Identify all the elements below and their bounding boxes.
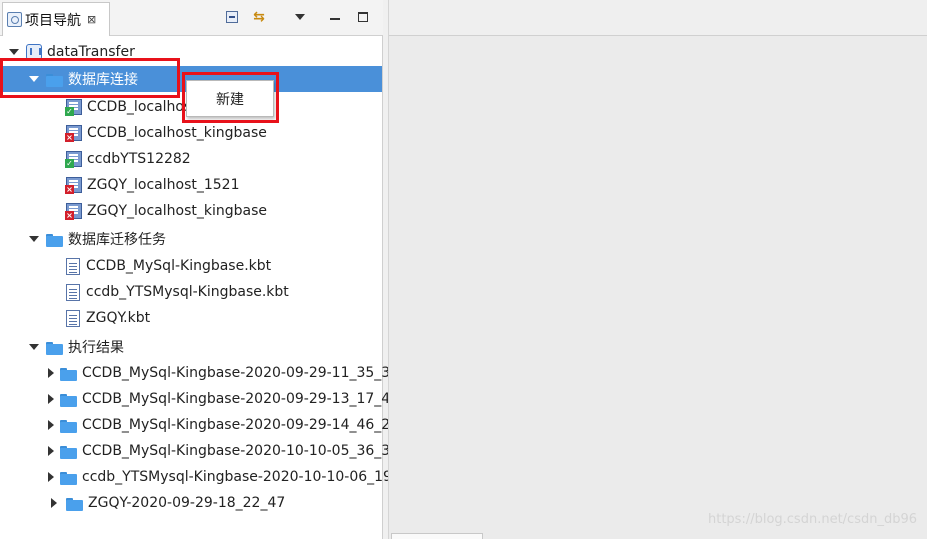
expand-toggle-icon[interactable] xyxy=(48,471,54,483)
tree-node-result[interactable]: CCDB_MySql-Kingbase-2020-09-29-13_17_4 xyxy=(0,386,390,412)
bottom-panel-tab[interactable] xyxy=(391,533,483,539)
database-connected-icon: ✓ xyxy=(65,99,82,116)
project-icon xyxy=(26,44,42,60)
file-icon xyxy=(66,309,80,327)
folder-icon xyxy=(60,445,77,459)
tree-node-result[interactable]: CCDB_MySql-Kingbase-2020-09-29-11_35_3 xyxy=(0,360,390,386)
tree-node-result[interactable]: CCDB_MySql-Kingbase-2020-10-10-05_36_3 xyxy=(0,438,390,464)
editor-area: https://blog.csdn.net/csdn_db96 xyxy=(388,0,927,539)
folder-label: 数据库连接 xyxy=(68,72,138,88)
context-menu-new[interactable]: 新建 xyxy=(186,80,274,117)
connection-label: CCDB_localhost xyxy=(87,99,197,115)
tree-node-task-file[interactable]: CCDB_MySql-Kingbase.kbt xyxy=(0,253,382,279)
view-menu-icon xyxy=(295,14,305,20)
minimize-icon xyxy=(330,18,340,20)
folder-icon xyxy=(60,471,77,485)
result-label: CCDB_MySql-Kingbase-2020-09-29-14_46_2 xyxy=(82,417,391,433)
expand-toggle-icon[interactable] xyxy=(8,46,20,58)
file-label: ccdb_YTSMysql-Kingbase.kbt xyxy=(86,284,289,300)
expand-toggle-icon[interactable] xyxy=(48,393,54,405)
watermark: https://blog.csdn.net/csdn_db96 xyxy=(707,512,917,527)
expand-toggle-icon[interactable] xyxy=(28,341,40,353)
folder-label: 执行结果 xyxy=(68,340,124,356)
folder-icon xyxy=(60,393,77,407)
tree-node-task-file[interactable]: ccdb_YTSMysql-Kingbase.kbt xyxy=(0,279,382,305)
view-title: 项目导航 xyxy=(25,12,81,29)
tree-node-connection[interactable]: × ZGQY_localhost_kingbase xyxy=(0,198,382,224)
minimize-button[interactable] xyxy=(327,9,343,25)
connection-label: ZGQY_localhost_kingbase xyxy=(87,203,267,219)
connection-label: ZGQY_localhost_1521 xyxy=(87,177,240,193)
tree-node-connection[interactable]: × ZGQY_localhost_1521 xyxy=(0,172,382,198)
folder-icon xyxy=(60,419,77,433)
tree-node-connection[interactable]: ✓ ccdbYTS12282 xyxy=(0,146,382,172)
folder-icon xyxy=(46,341,63,355)
project-label: dataTransfer xyxy=(47,44,135,60)
result-label: ccdb_YTSMysql-Kingbase-2020-10-10-06_19 xyxy=(82,469,392,485)
collapse-all-icon xyxy=(226,11,238,23)
expand-toggle-icon[interactable] xyxy=(48,419,54,431)
file-icon xyxy=(66,257,80,275)
folder-icon xyxy=(46,233,63,247)
connection-label: CCDB_localhost_kingbase xyxy=(87,125,267,141)
close-icon[interactable]: ⊠ xyxy=(87,13,96,26)
database-error-icon: × xyxy=(65,177,82,194)
tree-node-migration-tasks[interactable]: 数据库迁移任务 xyxy=(0,226,382,252)
tree-node-result[interactable]: ZGQY-2020-09-29-18_22_47 xyxy=(0,490,382,516)
file-label: ZGQY.kbt xyxy=(86,310,151,326)
maximize-button[interactable] xyxy=(355,9,371,25)
expand-toggle-icon[interactable] xyxy=(28,233,40,245)
tree-node-project[interactable]: dataTransfer xyxy=(0,39,382,65)
result-label: CCDB_MySql-Kingbase-2020-10-10-05_36_3 xyxy=(82,443,391,459)
database-error-icon: × xyxy=(65,203,82,220)
tree-node-task-file[interactable]: ZGQY.kbt xyxy=(0,305,382,331)
result-label: CCDB_MySql-Kingbase-2020-09-29-11_35_3 xyxy=(82,365,391,381)
editor-header xyxy=(389,0,927,36)
new-menu-item-label: 新建 xyxy=(216,91,244,108)
maximize-icon xyxy=(358,12,368,22)
result-label: ZGQY-2020-09-29-18_22_47 xyxy=(88,495,286,511)
connection-label: ccdbYTS12282 xyxy=(87,151,191,167)
view-header: 项目导航 ⊠ ⇆ xyxy=(0,0,383,36)
link-with-editor-button[interactable]: ⇆ xyxy=(251,9,267,25)
database-connected-icon: ✓ xyxy=(65,151,82,168)
file-label: CCDB_MySql-Kingbase.kbt xyxy=(86,258,272,274)
view-menu-button[interactable] xyxy=(292,9,308,25)
expand-toggle-icon[interactable] xyxy=(48,445,54,457)
folder-icon xyxy=(66,497,83,511)
collapse-all-button[interactable] xyxy=(224,9,240,25)
file-icon xyxy=(66,283,80,301)
expand-toggle-icon[interactable] xyxy=(48,497,60,509)
link-editor-icon: ⇆ xyxy=(253,9,265,25)
navigator-icon xyxy=(7,12,22,27)
folder-label: 数据库迁移任务 xyxy=(68,232,166,248)
result-label: CCDB_MySql-Kingbase-2020-09-29-13_17_4 xyxy=(82,391,391,407)
tree-node-connection[interactable]: × CCDB_localhost_kingbase xyxy=(0,120,382,146)
folder-icon xyxy=(60,367,77,381)
tab-project-navigator[interactable]: 项目导航 ⊠ xyxy=(2,2,110,36)
database-error-icon: × xyxy=(65,125,82,142)
expand-toggle-icon[interactable] xyxy=(28,73,40,85)
tree-node-result[interactable]: ccdb_YTSMysql-Kingbase-2020-10-10-06_19 xyxy=(0,464,392,490)
folder-icon xyxy=(46,73,63,87)
tree-node-results[interactable]: 执行结果 xyxy=(0,334,382,360)
expand-toggle-icon[interactable] xyxy=(48,367,54,379)
tree-node-result[interactable]: CCDB_MySql-Kingbase-2020-09-29-14_46_2 xyxy=(0,412,390,438)
